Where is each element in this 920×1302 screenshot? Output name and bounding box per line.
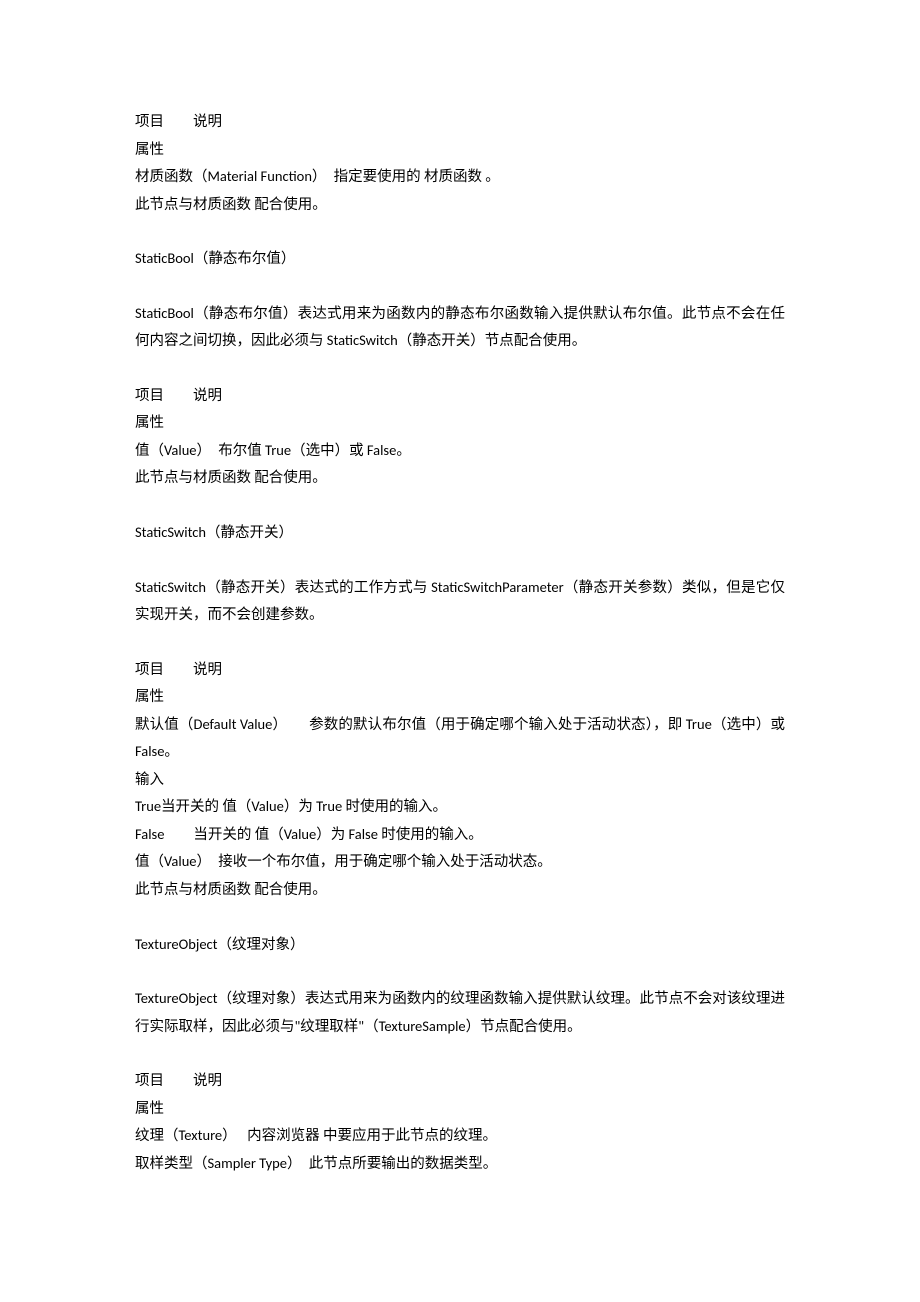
section-gap (135, 958, 785, 985)
text-line: 属性 (135, 683, 785, 711)
text-line: True当开关的 值（Value）为 True 时使用的输入。 (135, 793, 785, 821)
text-line: TextureObject（纹理对象）表达式用来为函数内的纹理函数输入提供默认纹… (135, 985, 785, 1040)
text-line: 属性 (135, 136, 785, 164)
section-gap (135, 492, 785, 519)
section-gap (135, 547, 785, 574)
text-line: False 当开关的 值（Value）为 False 时使用的输入。 (135, 821, 785, 849)
text-line: StaticSwitch（静态开关） (135, 519, 785, 547)
section-gap (135, 629, 785, 656)
text-line: 此节点与材质函数 配合使用。 (135, 876, 785, 904)
text-line: StaticSwitch（静态开关）表达式的工作方式与 StaticSwitch… (135, 574, 785, 629)
text-line: 取样类型（Sampler Type） 此节点所要输出的数据类型。 (135, 1150, 785, 1178)
page-content: 项目 说明属性材质函数（Material Function） 指定要使用的 材质… (0, 0, 920, 1302)
text-line: 输入 (135, 766, 785, 794)
text-line: StaticBool（静态布尔值） (135, 245, 785, 273)
section-gap (135, 218, 785, 245)
text-line: 材质函数（Material Function） 指定要使用的 材质函数 。 (135, 163, 785, 191)
text-line: StaticBool（静态布尔值）表达式用来为函数内的静态布尔函数输入提供默认布… (135, 300, 785, 355)
section-gap (135, 1040, 785, 1067)
text-line: 项目 说明 (135, 382, 785, 410)
text-line: 默认值（Default Value） 参数的默认布尔值（用于确定哪个输入处于活动… (135, 711, 785, 766)
text-line: TextureObject（纹理对象） (135, 931, 785, 959)
text-line: 值（Value） 布尔值 True（选中）或 False。 (135, 437, 785, 465)
text-line: 此节点与材质函数 配合使用。 (135, 464, 785, 492)
text-line: 此节点与材质函数 配合使用。 (135, 191, 785, 219)
section-gap (135, 904, 785, 931)
text-line: 项目 说明 (135, 108, 785, 136)
section-gap (135, 273, 785, 300)
text-line: 属性 (135, 1095, 785, 1123)
section-gap (135, 355, 785, 382)
text-line: 值（Value） 接收一个布尔值，用于确定哪个输入处于活动状态。 (135, 848, 785, 876)
text-line: 属性 (135, 409, 785, 437)
text-line: 项目 说明 (135, 656, 785, 684)
text-line: 纹理（Texture） 内容浏览器 中要应用于此节点的纹理。 (135, 1122, 785, 1150)
text-line: 项目 说明 (135, 1067, 785, 1095)
